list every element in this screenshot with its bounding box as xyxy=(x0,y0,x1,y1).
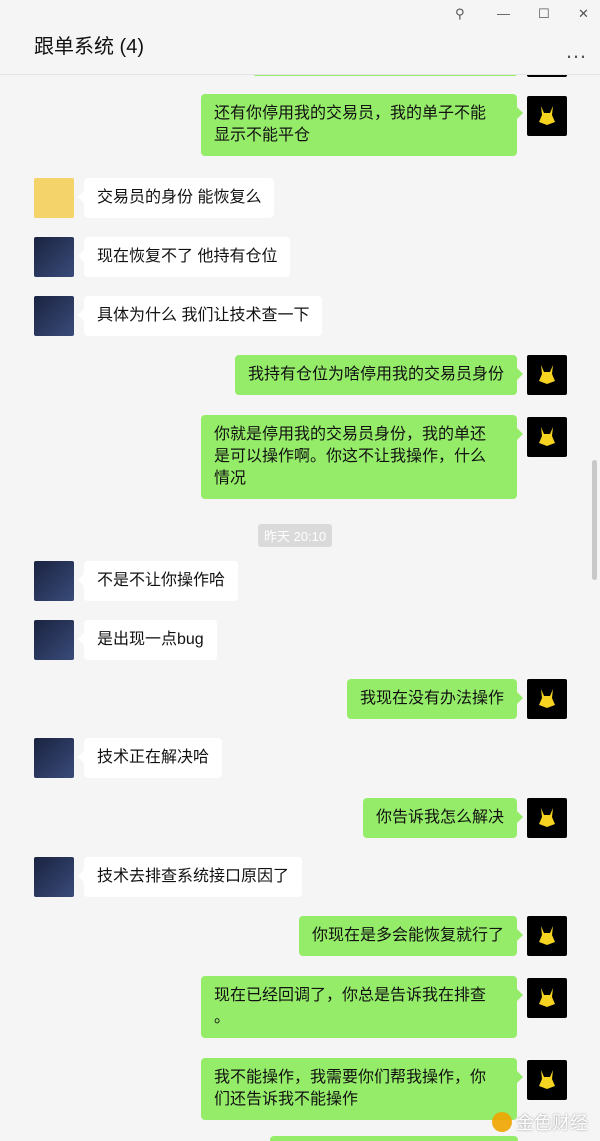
avatar[interactable] xyxy=(34,178,74,218)
pikachu-icon xyxy=(539,808,555,827)
avatar[interactable] xyxy=(527,355,567,395)
pin-icon[interactable]: ⚲ xyxy=(455,6,465,22)
message-bubble[interactable]: 你现在是多会能恢复就行了 xyxy=(298,916,524,956)
avatar[interactable] xyxy=(34,620,74,660)
message-bubble[interactable]: 是出现一点bug xyxy=(78,620,217,660)
avatar[interactable] xyxy=(527,798,567,838)
avatar[interactable] xyxy=(527,978,567,1018)
minimize-icon[interactable]: — xyxy=(497,6,510,21)
message-bubble[interactable]: 我不能操作，我需要你们帮我操作，你 们还告诉我不能操作 xyxy=(201,1058,523,1120)
avatar[interactable] xyxy=(34,237,74,277)
avatar[interactable] xyxy=(34,296,74,336)
pikachu-icon xyxy=(539,926,555,945)
message-bubble[interactable]: 现在恢复不了 他持有仓位 xyxy=(77,237,291,277)
pikachu-icon xyxy=(539,427,555,446)
pikachu-icon xyxy=(539,1070,555,1089)
close-icon[interactable]: ✕ xyxy=(578,6,589,22)
avatar[interactable] xyxy=(527,916,567,956)
message-bubble[interactable]: 还有你停用我的交易员，我的单子不能 显示不能平仓 xyxy=(201,94,523,156)
message-bubble[interactable]: 不是不让你操作哈 xyxy=(77,561,239,601)
avatar[interactable] xyxy=(34,857,74,897)
chat-title: 跟单系统 (4) xyxy=(34,36,144,58)
pikachu-icon xyxy=(539,988,555,1007)
scrollbar[interactable] xyxy=(592,460,597,580)
avatar[interactable] xyxy=(527,1060,567,1100)
message-bubble[interactable]: 交易员的身份 能恢复么 xyxy=(77,178,275,218)
message-bubble[interactable]: 具体为什么 我们让技术查一下 xyxy=(77,296,323,336)
message-bubble[interactable]: 你就是停用我的交易员身份，我的单还 是可以操作啊。你这不让我操作，什么 情况 xyxy=(201,415,523,499)
watermark-text: 金色财经 xyxy=(516,1113,588,1133)
maximize-icon[interactable]: ☐ xyxy=(538,6,550,22)
timestamp: 昨天 20:10 xyxy=(258,524,333,547)
watermark: 金色财经 xyxy=(492,1109,588,1135)
message-bubble[interactable]: 技术正在解决哈 xyxy=(77,738,223,778)
avatar[interactable] xyxy=(34,738,74,778)
message-bubble[interactable]: 你告诉我怎么解决 xyxy=(362,798,524,838)
pikachu-icon xyxy=(539,365,555,384)
pikachu-icon xyxy=(539,106,555,125)
logo-icon xyxy=(492,1112,512,1132)
message-bubble[interactable]: 我现在没有办法操作 xyxy=(346,679,524,719)
title-bar: 跟单系统 (4) ⚲ — ☐ ✕ … xyxy=(0,0,600,75)
message-bubble[interactable]: 现在已经回调了，你总是告诉我在排查 。 xyxy=(201,976,523,1038)
avatar[interactable] xyxy=(527,679,567,719)
more-options-icon[interactable]: … xyxy=(565,38,588,64)
message-bubble[interactable]: 技术去排查系统接口原因了 xyxy=(77,857,303,897)
avatar[interactable] xyxy=(527,96,567,136)
avatar[interactable] xyxy=(34,561,74,601)
pikachu-icon xyxy=(539,689,555,708)
message-bubble-partial xyxy=(270,1136,518,1141)
avatar[interactable] xyxy=(527,417,567,457)
chat-area: 还有你停用我的交易员，我的单子不能 显示不能平仓 交易员的身份 能恢复么 现在恢… xyxy=(0,74,600,1141)
message-bubble[interactable]: 我持有仓位为啥停用我的交易员身份 xyxy=(234,355,524,395)
